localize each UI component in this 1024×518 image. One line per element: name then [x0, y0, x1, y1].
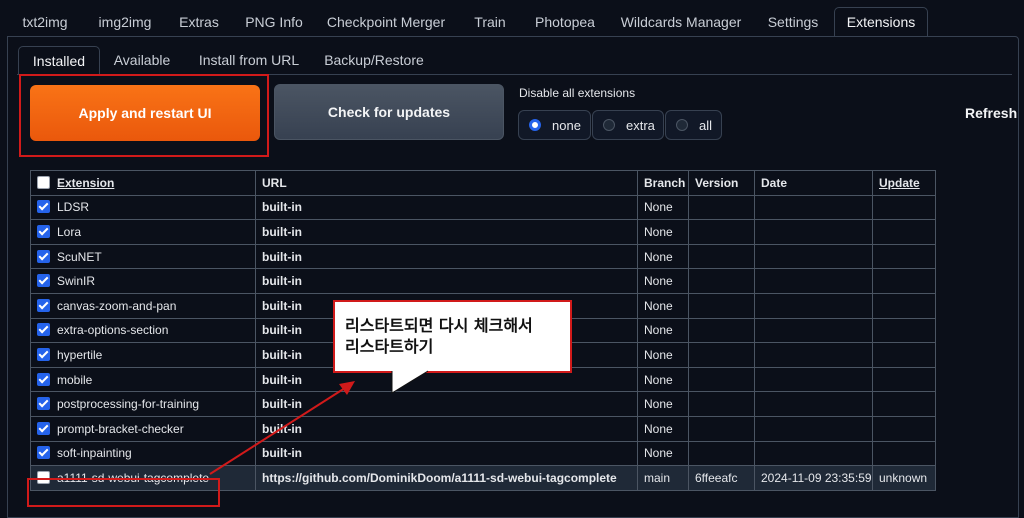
callout-line-2: 리스타트하기: [345, 337, 434, 356]
arrow-head: [339, 381, 355, 395]
arrow-line: [209, 387, 346, 475]
callout-line-1: 리스타트되면 다시 체크해서: [345, 316, 533, 335]
annotation-callout: 리스타트되면 다시 체크해서 리스타트하기: [333, 300, 572, 373]
annotation-arrow: [209, 381, 355, 475]
